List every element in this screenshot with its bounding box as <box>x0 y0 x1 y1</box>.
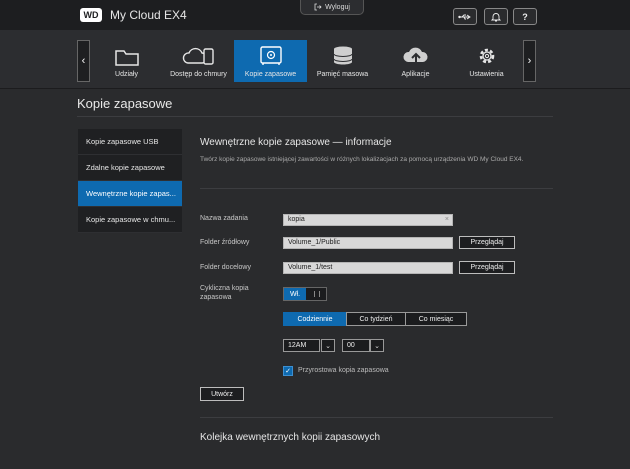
nav-label: Dostęp do chmury <box>170 71 227 78</box>
source-folder-input[interactable]: Volume_1/Public <box>283 237 453 249</box>
nav-item-storage[interactable]: Pamięć masowa <box>306 40 379 82</box>
source-folder-label: Folder źródłowy <box>200 239 250 246</box>
app-cloud-icon <box>402 47 428 65</box>
usb-button[interactable] <box>453 8 477 25</box>
logout-button[interactable]: Wyloguj <box>300 0 364 15</box>
nav-label: Aplikacje <box>401 71 430 78</box>
nav-label: Kopie zapasowe <box>244 71 297 78</box>
dest-browse-button[interactable]: Przeglądaj <box>459 261 515 274</box>
divider <box>77 116 553 117</box>
toggle-grip <box>314 291 320 297</box>
clear-icon[interactable]: × <box>445 215 449 225</box>
recurring-toggle[interactable]: Wł. <box>283 287 327 301</box>
usb-icon <box>458 14 471 19</box>
section-description: Twórz kopie zapasowe istniejącej zawarto… <box>200 156 524 163</box>
dest-folder-value: Volume_1/test <box>288 264 333 271</box>
folder-icon <box>114 50 139 66</box>
toggle-on-label: Wł. <box>284 288 306 300</box>
hour-select[interactable]: 12AM <box>283 339 320 352</box>
sidebar-item-usb-backups[interactable]: Kopie zapasowe USB <box>78 129 182 155</box>
nav-item-settings[interactable]: Ustawienia <box>450 40 523 82</box>
dest-folder-label: Folder docelowy <box>200 264 251 271</box>
queue-title: Kolejka wewnętrznych kopii zapasowych <box>200 432 381 443</box>
storage-stack-icon <box>333 46 352 65</box>
gear-icon <box>479 48 494 64</box>
hour-dropdown-icon[interactable]: ⌄ <box>321 339 335 352</box>
cloud-device-icon <box>182 47 214 65</box>
create-button[interactable]: Utwórz <box>200 387 244 401</box>
sidebar: Kopie zapasowe USB Zdalne kopie zapasowe… <box>78 129 182 233</box>
minute-select[interactable]: 00 <box>342 339 370 352</box>
logout-label: Wyloguj <box>325 3 350 11</box>
sidebar-item-cloud-backups[interactable]: Kopie zapasowe w chmu... <box>78 207 182 233</box>
recurring-label: Cykliczna kopia zapasowa <box>200 285 249 301</box>
nav-item-apps[interactable]: Aplikacje <box>379 40 452 82</box>
nav-right-arrow[interactable]: › <box>523 40 536 82</box>
app-title: My Cloud EX4 <box>110 8 187 22</box>
nav-item-shares[interactable]: Udziały <box>90 40 163 82</box>
top-bar: WD My Cloud EX4 Wyloguj ? <box>0 0 630 30</box>
help-icon: ? <box>522 11 528 22</box>
frequency-daily[interactable]: Codziennie <box>283 312 347 326</box>
nav-label: Pamięć masowa <box>316 71 369 78</box>
nav-label: Ustawienia <box>469 71 504 78</box>
task-name-input[interactable]: kopia × <box>283 214 453 226</box>
safe-icon <box>259 46 282 65</box>
sidebar-item-internal-backups[interactable]: Wewnętrzne kopie zapas... <box>78 181 182 207</box>
section-title: Wewnętrzne kopie zapasowe — informacje <box>200 137 392 148</box>
frequency-weekly[interactable]: Co tydzień <box>346 312 406 326</box>
notifications-button[interactable] <box>484 8 508 25</box>
help-button[interactable]: ? <box>513 8 537 25</box>
page-title: Kopie zapasowe <box>77 96 173 111</box>
logout-icon <box>314 3 322 11</box>
bell-icon <box>491 12 501 21</box>
dest-folder-input[interactable]: Volume_1/test <box>283 262 453 274</box>
task-name-label: Nazwa zadania <box>200 215 248 222</box>
sidebar-item-remote-backups[interactable]: Zdalne kopie zapasowe <box>78 155 182 181</box>
source-folder-value: Volume_1/Public <box>288 239 341 246</box>
incremental-checkbox[interactable]: ✓ <box>283 366 293 376</box>
source-browse-button[interactable]: Przeglądaj <box>459 236 515 249</box>
minute-dropdown-icon[interactable]: ⌄ <box>370 339 384 352</box>
divider <box>200 417 553 418</box>
nav-item-backups[interactable]: Kopie zapasowe <box>234 40 307 82</box>
nav-label: Udziały <box>115 71 138 78</box>
task-name-value: kopia <box>288 216 305 223</box>
divider <box>200 188 553 189</box>
wd-logo: WD <box>80 8 102 22</box>
nav-left-arrow[interactable]: ‹ <box>77 40 90 82</box>
frequency-monthly[interactable]: Co miesiąc <box>405 312 467 326</box>
incremental-label: Przyrostowa kopia zapasowa <box>298 367 389 374</box>
nav-item-cloud-access[interactable]: Dostęp do chmury <box>162 40 235 82</box>
